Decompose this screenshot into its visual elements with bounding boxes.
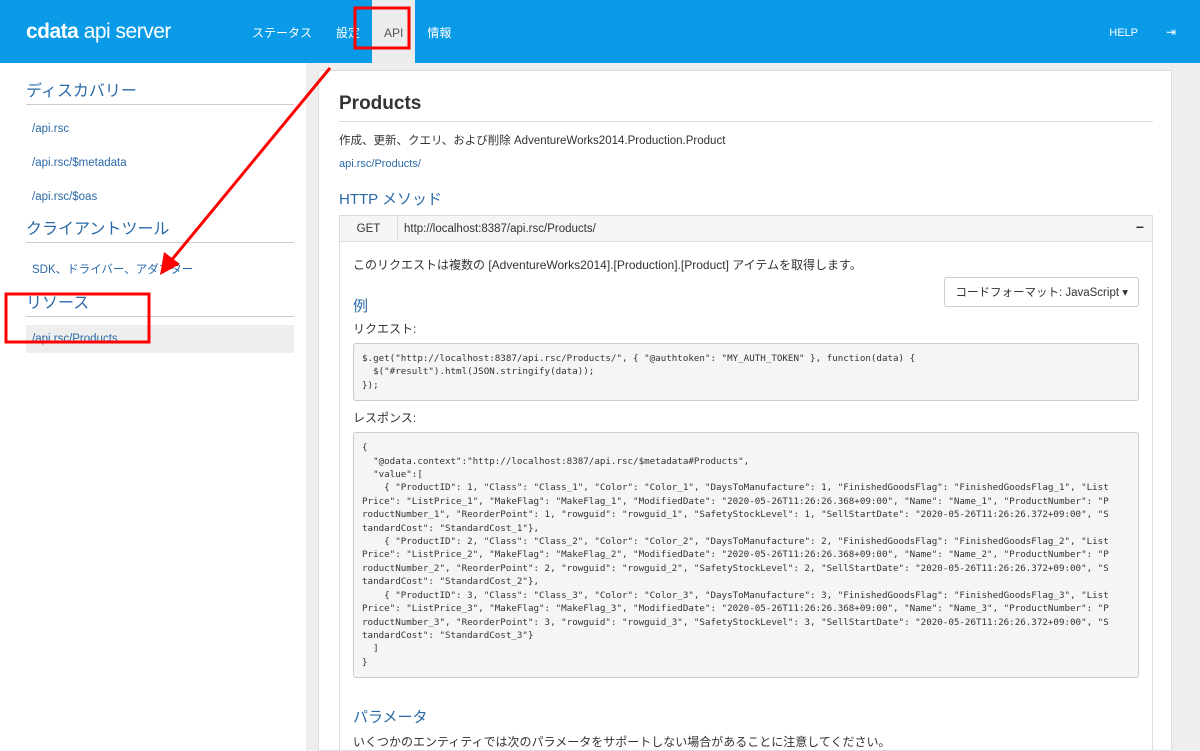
main-nav: ステータス 設定 API 情報 [240,0,463,63]
sign-out-icon[interactable]: ⇥ [1166,25,1176,39]
resource-path-link[interactable]: api.rsc/Products/ [339,158,1153,170]
nav-api[interactable]: API [372,0,416,63]
code-line: tandardCost": "StandardCost_2"}, [362,576,540,588]
main-content: Products 作成、更新、クエリ、および削除 AdventureWorks2… [318,70,1172,751]
parameters-heading: パラメータ [353,709,428,727]
help-link[interactable]: HELP [1109,27,1138,39]
resources-heading: リソース [26,289,294,317]
code-line: "value":[ [362,469,423,481]
parameters-description: いくつかのエンティティでは次のパラメータをサポートしない場合があることに注意して… [353,735,891,750]
code-line: tandardCost": "StandardCost_1"}, [362,522,540,534]
code-line: tandardCost": "StandardCost_3"} [362,629,534,641]
client-tools-heading: クライアントツール [26,215,294,243]
nav-settings[interactable]: 設定 [324,0,372,63]
code-line: { "ProductID": 1, "Class": "Class_1", "C… [362,482,1109,494]
method-description: このリクエストは複数の [AdventureWorks2014].[Produc… [353,258,862,272]
resource-description: 作成、更新、クエリ、および削除 AdventureWorks2014.Produ… [339,135,726,147]
request-label: リクエスト: [353,322,417,336]
get-method-panel: GET http://localhost:8387/api.rsc/Produc… [339,215,1153,751]
response-code: { "@odata.context":"http://localhost:838… [353,432,1139,679]
code-line: roductNumber_2", "ReorderPoint": 2, "row… [362,562,1109,574]
logo-product: api server [83,20,172,43]
discovery-heading: ディスカバリー [26,77,294,105]
sidebar: ディスカバリー /api.rsc /api.rsc/$metadata /api… [0,63,306,751]
endpoint-url: http://localhost:8387/api.rsc/Products/ [404,222,596,235]
code-line: }); [362,379,379,391]
code-line: Price": "ListPrice_1", "MakeFlag": "Make… [362,495,1109,507]
sidebar-item-api[interactable]: /api.rsc [26,115,294,143]
sidebar-item-products[interactable]: /api.rsc/Products [26,325,294,353]
request-code: $.get("http://localhost:8387/api.rsc/Pro… [353,343,1139,402]
code-line: } [362,656,368,668]
response-label: レスポンス: [353,411,417,426]
code-line: { "ProductID": 3, "Class": "Class_3", "C… [362,589,1109,601]
sidebar-item-metadata[interactable]: /api.rsc/$metadata [26,149,294,177]
method-badge: GET [340,216,398,241]
code-line: roductNumber_1", "ReorderPoint": 1, "row… [362,509,1109,521]
code-line: ] [362,643,379,655]
code-line: $("#result").html(JSON.stringify(data)); [362,366,595,378]
code-line: $.get("http://localhost:8387/api.rsc/Pro… [362,353,916,364]
code-line: Price": "ListPrice_3", "MakeFlag": "Make… [362,603,1109,615]
nav-info[interactable]: 情報 [415,0,463,63]
code-line: { "ProductID": 2, "Class": "Class_2", "C… [362,536,1109,548]
logo-brand: cdata [26,20,79,43]
code-line: roductNumber_3", "ReorderPoint": 3, "row… [362,616,1109,628]
code-format-dropdown[interactable]: コードフォーマット: JavaScript ▾ [944,277,1139,307]
logo[interactable]: cdata api server [26,20,171,44]
nav-status[interactable]: ステータス [240,0,324,63]
code-line: Price": "ListPrice_2", "MakeFlag": "Make… [362,549,1109,561]
top-header: cdata api server ステータス 設定 API 情報 HELP ⇥ [0,0,1200,63]
code-line: { [362,442,368,454]
collapse-icon[interactable]: − [1136,219,1144,235]
method-body: このリクエストは複数の [AdventureWorks2014].[Produc… [340,242,1152,750]
sidebar-item-sdk[interactable]: SDK、ドライバー、アダプター [26,253,294,285]
method-header[interactable]: GET http://localhost:8387/api.rsc/Produc… [340,216,1152,242]
page-title: Products [339,93,1153,122]
sidebar-item-oas[interactable]: /api.rsc/$oas [26,183,294,211]
http-methods-heading: HTTP メソッド [339,191,443,208]
code-line: "@odata.context":"http://localhost:8387/… [362,455,750,467]
